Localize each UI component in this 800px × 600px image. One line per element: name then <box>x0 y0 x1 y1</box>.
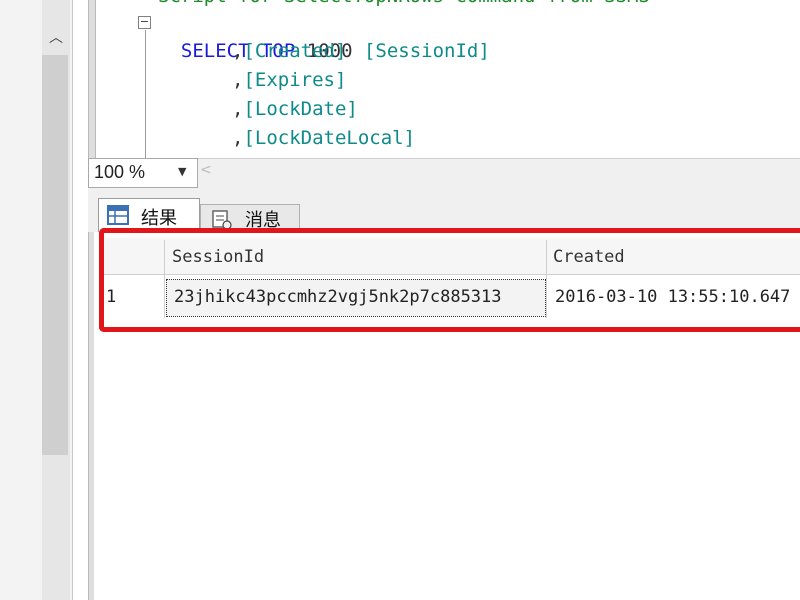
code-line-4: ,[LockDate] <box>232 95 358 124</box>
code-column: [LockDateLocal] <box>243 127 416 149</box>
code-column: [Created] <box>243 40 347 62</box>
code-comma: , <box>232 40 244 62</box>
code-line-3: ,[Expires] <box>232 66 346 95</box>
code-column: [SessionId] <box>363 40 490 62</box>
chevron-down-icon[interactable]: ▼ <box>178 165 186 178</box>
collapse-icon[interactable]: − <box>138 16 151 29</box>
code-line-5: ,[LockDateLocal] <box>232 124 415 153</box>
code-comma: , <box>232 127 244 149</box>
zoom-value: 100 % <box>94 162 146 182</box>
fold-guide-line <box>145 30 146 158</box>
code-line-2: ,[Created] <box>232 37 346 66</box>
chevron-left-icon[interactable]: < <box>200 162 212 178</box>
left-scrollbar-thumb[interactable] <box>42 55 68 455</box>
chevron-up-icon[interactable]: ︿ <box>44 30 68 46</box>
code-column: [LockDate] <box>243 98 358 120</box>
code-comma: , <box>232 69 244 91</box>
code-comma: , <box>232 98 244 120</box>
code-column: [Expires] <box>243 69 347 91</box>
grid-icon <box>107 205 129 225</box>
tab-results-label: 结果 <box>141 208 177 228</box>
annotation-highlight-box <box>99 228 800 332</box>
